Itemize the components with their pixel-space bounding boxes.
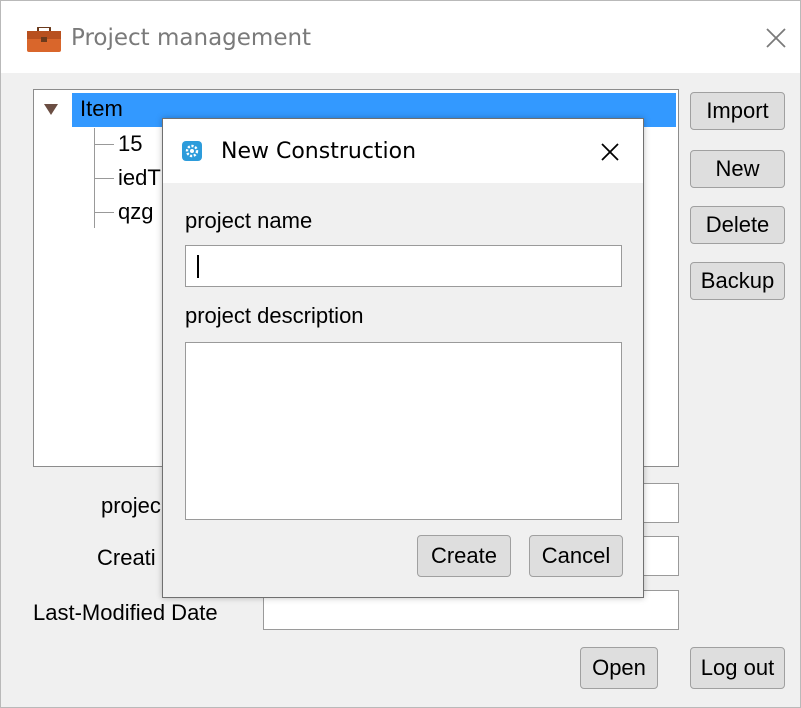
import-button[interactable]: Import (690, 92, 785, 130)
text-caret (197, 255, 199, 278)
creation-date-label: Creati (97, 545, 156, 570)
project-description-input[interactable] (185, 342, 622, 520)
project-name-input[interactable] (185, 245, 622, 287)
close-icon[interactable] (599, 141, 621, 163)
project-description-label: project description (185, 303, 364, 328)
logout-button[interactable]: Log out (690, 647, 785, 689)
tree-item-label: qzg (118, 199, 154, 224)
tree-branch-line (94, 144, 114, 145)
tree-item-label: iedT (118, 165, 161, 190)
briefcase-icon (27, 27, 61, 52)
last-modified-date-label: Last-Modified Date (33, 600, 218, 625)
dialog-title: New Construction (221, 139, 417, 164)
close-icon[interactable] (761, 23, 791, 53)
tree-root-label: Item (80, 96, 123, 121)
create-button[interactable]: Create (417, 535, 511, 577)
gear-icon (182, 141, 202, 161)
tree-branch-line (94, 178, 114, 179)
collapse-toggle-icon[interactable] (44, 104, 58, 115)
dialog-titlebar: New Construction (163, 119, 643, 183)
project-name-label: projec (101, 493, 161, 518)
delete-button[interactable]: Delete (690, 206, 785, 244)
window-titlebar: Project management (1, 1, 800, 73)
new-construction-dialog: New Construction project name project de… (162, 118, 644, 598)
tree-item-label: 15 (118, 131, 143, 156)
open-button[interactable]: Open (580, 647, 658, 689)
window-title: Project management (71, 25, 312, 51)
backup-button[interactable]: Backup (690, 262, 785, 300)
cancel-button[interactable]: Cancel (529, 535, 623, 577)
new-button[interactable]: New (690, 150, 785, 188)
project-name-label: project name (185, 208, 313, 233)
tree-branch-line (94, 212, 114, 213)
